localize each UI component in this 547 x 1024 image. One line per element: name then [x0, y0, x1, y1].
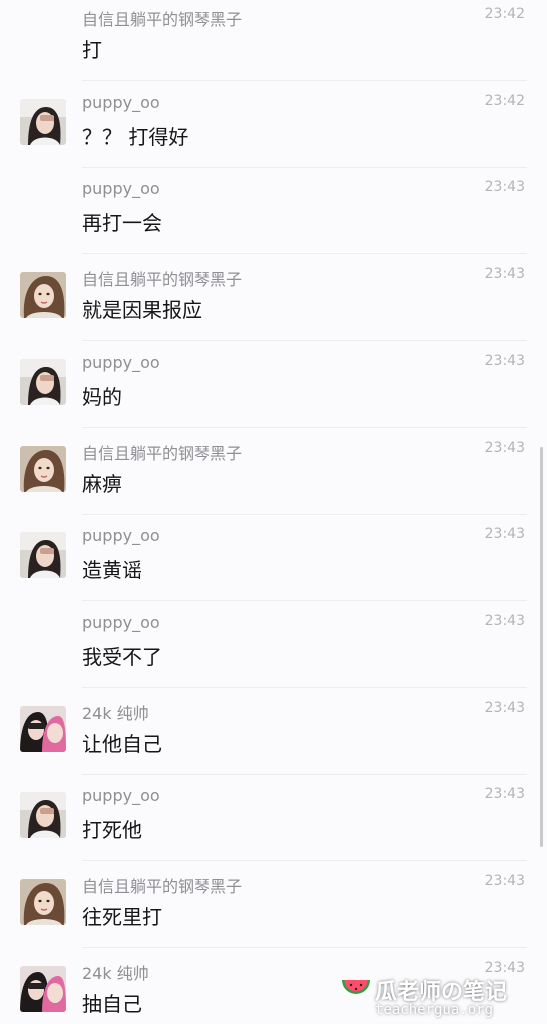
sender-name[interactable]: 自信且躺平的钢琴黑子: [82, 266, 242, 290]
sender-name[interactable]: puppy_oo: [82, 353, 160, 372]
sender-name[interactable]: 24k 纯帅: [82, 700, 149, 724]
message-row[interactable]: puppy_oo 23:43 再打一会: [0, 167, 547, 255]
message-text: 打: [82, 38, 102, 62]
message-time: 23:43: [484, 179, 525, 196]
sender-name[interactable]: 自信且躺平的钢琴黑子: [82, 873, 242, 897]
avatar-puppy[interactable]: [20, 532, 66, 579]
message-time: 23:43: [484, 266, 525, 283]
chat-message-list[interactable]: 自信且躺平的钢琴黑子 23:42 打 puppy_oo 23:42？？ 打得好 puppy…: [0, 0, 547, 1024]
sender-name[interactable]: 自信且躺平的钢琴黑子: [82, 440, 242, 464]
sender-name[interactable]: puppy_oo: [82, 93, 160, 112]
message-text: 再打一会: [82, 211, 162, 236]
avatar-puppy[interactable]: [20, 358, 66, 405]
message-text: 让他自己: [82, 731, 162, 756]
avatar-heizi[interactable]: [20, 272, 66, 319]
message-text: ？？ 打得好: [82, 124, 189, 149]
message-time: 23:43: [484, 786, 525, 803]
watermelon-icon: [341, 976, 371, 1002]
message-time: 23:43: [484, 612, 525, 629]
sender-name[interactable]: puppy_oo: [82, 786, 160, 805]
avatar-24k[interactable]: [20, 965, 66, 1012]
message-time: 23:43: [484, 526, 525, 543]
message-text: 打死他: [82, 818, 142, 843]
sender-name[interactable]: puppy_oo: [82, 613, 160, 632]
message-time: 23:42: [484, 92, 525, 109]
message-row[interactable]: puppy_oo 23:43 妈的: [0, 341, 547, 428]
message-time: 23:43: [484, 352, 525, 369]
message-row[interactable]: puppy_oo 23:43 我受不了: [0, 601, 547, 688]
sender-name[interactable]: 自信且躺平的钢琴黑子: [82, 6, 242, 30]
avatar-heizi[interactable]: [20, 879, 66, 925]
sender-name[interactable]: puppy_oo: [82, 526, 160, 545]
sender-name[interactable]: puppy_oo: [82, 179, 160, 198]
watermark: 瓜老师の笔记 teachergua.org: [341, 974, 531, 1018]
message-text: 抽自己: [82, 991, 142, 1016]
message-text: 往死里打: [82, 905, 162, 929]
watermark-url: teachergua.org: [375, 1002, 494, 1018]
message-time: 23:43: [484, 699, 525, 716]
message-row[interactable]: 自信且躺平的钢琴黑子 23:43 往死里打: [0, 861, 547, 948]
message-row[interactable]: 自信且躺平的钢琴黑子 23:43 就是因果报应: [0, 254, 547, 342]
message-row[interactable]: puppy_oo 23:42 ？？ 打得好: [0, 81, 547, 168]
message-text: 妈的: [82, 384, 122, 409]
scrollbar[interactable]: [540, 447, 543, 847]
message-text: 造黄谣: [82, 558, 142, 583]
avatar-24k[interactable]: [20, 705, 66, 752]
avatar-puppy[interactable]: [20, 98, 66, 145]
message-text: 麻痹: [82, 471, 122, 496]
avatar-puppy[interactable]: [20, 792, 66, 839]
message-time: 23:42: [484, 6, 525, 22]
message-text: 就是因果报应: [82, 298, 202, 323]
message-text: 我受不了: [82, 644, 162, 669]
message-time: 23:43: [484, 873, 525, 889]
message-row[interactable]: 24k 纯帅 23:43 让他自己: [0, 688, 547, 775]
message-row[interactable]: puppy_oo 23:43 打死他: [0, 774, 547, 862]
sender-name[interactable]: 24k 纯帅: [82, 960, 149, 984]
message-row[interactable]: 自信且躺平的钢琴黑子 23:42 打: [0, 0, 547, 81]
avatar-heizi[interactable]: [20, 445, 66, 492]
message-time: 23:43: [484, 439, 525, 456]
message-row[interactable]: puppy_oo 23:43 造黄谣: [0, 514, 547, 602]
message-row[interactable]: 自信且躺平的钢琴黑子 23:43 麻痹: [0, 428, 547, 515]
